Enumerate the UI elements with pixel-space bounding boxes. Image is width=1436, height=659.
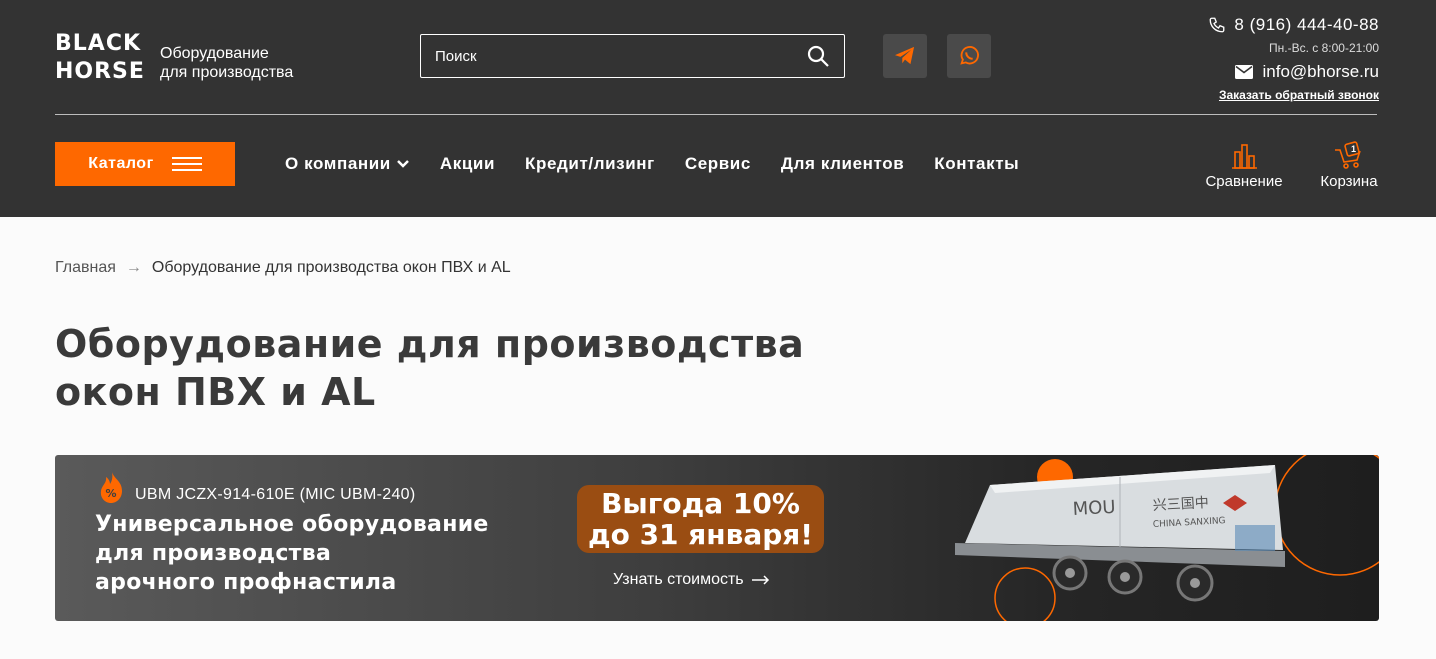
- get-price-link[interactable]: Узнать стоимость: [613, 571, 770, 589]
- banner-headline-line-1: Универсальное оборудование: [95, 512, 489, 537]
- arrow-right-icon: [751, 575, 769, 585]
- breadcrumb-current: Оборудование для производства окон ПВХ и…: [151, 259, 511, 276]
- breadcrumb: Главная → Оборудование для производства …: [55, 259, 511, 277]
- discount-badge: Выгода 10% до 31 января!: [577, 485, 824, 553]
- logo-line-1: BLACK: [55, 31, 142, 56]
- nav-item-about[interactable]: О компании: [285, 154, 410, 174]
- nav-item-clients[interactable]: Для клиентов: [781, 154, 904, 174]
- machine-chinese-text: 兴三国中: [1152, 495, 1209, 514]
- get-price-label: Узнать стоимость: [613, 571, 744, 588]
- nav-item-contacts[interactable]: Контакты: [934, 154, 1019, 174]
- phone-icon: [1209, 17, 1225, 33]
- banner-headline-line-2: для производства: [95, 541, 332, 566]
- compare-label: Сравнение: [1205, 173, 1283, 190]
- header-divider: [55, 114, 1377, 115]
- nav-item-credit[interactable]: Кредит/лизинг: [525, 154, 655, 174]
- contacts-block: 8 (916) 444-40-88 Пн.-Вс. с 8:00-21:00 i…: [1208, 14, 1379, 102]
- breadcrumb-home[interactable]: Главная: [55, 259, 116, 277]
- tagline-line-2: для производства: [160, 64, 294, 81]
- discount-line-1: Выгода 10%: [601, 487, 800, 520]
- telegram-icon: [895, 46, 915, 65]
- nav-item-promotions[interactable]: Акции: [440, 154, 495, 174]
- fire-discount-icon: %: [100, 472, 122, 503]
- whatsapp-icon: [960, 46, 979, 65]
- logo-line-2: HORSE: [55, 59, 145, 84]
- banner-model: UBM JCZX-914-610E (МІС UBM-240): [135, 486, 416, 503]
- email[interactable]: info@bhorse.ru: [1208, 61, 1379, 83]
- svg-text:%: %: [105, 487, 116, 500]
- promo-banner[interactable]: % UBM JCZX-914-610E (МІС UBM-240) Универ…: [55, 455, 1379, 621]
- banner-headline-line-3: арочного профнастила: [95, 570, 397, 595]
- telegram-button[interactable]: [883, 34, 927, 78]
- tagline-line-1: Оборудование: [160, 45, 269, 62]
- logo[interactable]: BLACK HORSE: [55, 30, 145, 86]
- compare-button[interactable]: Сравнение: [1204, 140, 1284, 190]
- site-header: BLACK HORSE Оборудование для производств…: [0, 0, 1436, 217]
- catalog-label: Каталог: [88, 155, 154, 172]
- page-title-line-1: Оборудование для производства: [55, 322, 805, 366]
- catalog-button[interactable]: Каталог: [55, 142, 235, 186]
- whatsapp-button[interactable]: [947, 34, 991, 78]
- mail-icon: [1234, 65, 1253, 79]
- machine-brand-text: MOU: [1072, 497, 1116, 520]
- nav-item-label: О компании: [285, 154, 391, 173]
- search-input[interactable]: [435, 47, 806, 65]
- compare-icon: [1232, 144, 1257, 169]
- machine-image: MOU 兴三国中 CHINA SANXING: [955, 455, 1379, 621]
- page-title-line-2: окон ПВХ и AL: [55, 370, 376, 414]
- tagline: Оборудование для производства: [160, 44, 330, 82]
- discount-line-2: до 31 января!: [587, 518, 814, 551]
- breadcrumb-separator: →: [125, 259, 142, 276]
- cart-button[interactable]: 1 Корзина: [1318, 140, 1380, 190]
- phone-number: 8 (916) 444-40-88: [1234, 15, 1379, 34]
- main-nav: О компании Акции Кредит/лизинг Сервис Дл…: [285, 154, 1019, 174]
- search-box: [420, 34, 845, 78]
- cart-icon: [1335, 141, 1361, 169]
- email-address: info@bhorse.ru: [1262, 62, 1380, 81]
- cart-count-badge: 1: [1351, 144, 1357, 154]
- banner-headline: Универсальное оборудование для производс…: [95, 510, 515, 597]
- work-hours: Пн.-Вс. с 8:00-21:00: [1269, 41, 1379, 55]
- search-icon[interactable]: [806, 44, 830, 68]
- cart-label: Корзина: [1320, 173, 1378, 190]
- phone[interactable]: 8 (916) 444-40-88: [1208, 14, 1379, 36]
- menu-icon: [171, 157, 202, 171]
- page-title: Оборудование для производства окон ПВХ и…: [55, 320, 815, 416]
- nav-item-service[interactable]: Сервис: [685, 154, 751, 174]
- chevron-down-icon: [396, 160, 409, 168]
- callback-link[interactable]: Заказать обратный звонок: [1208, 88, 1379, 102]
